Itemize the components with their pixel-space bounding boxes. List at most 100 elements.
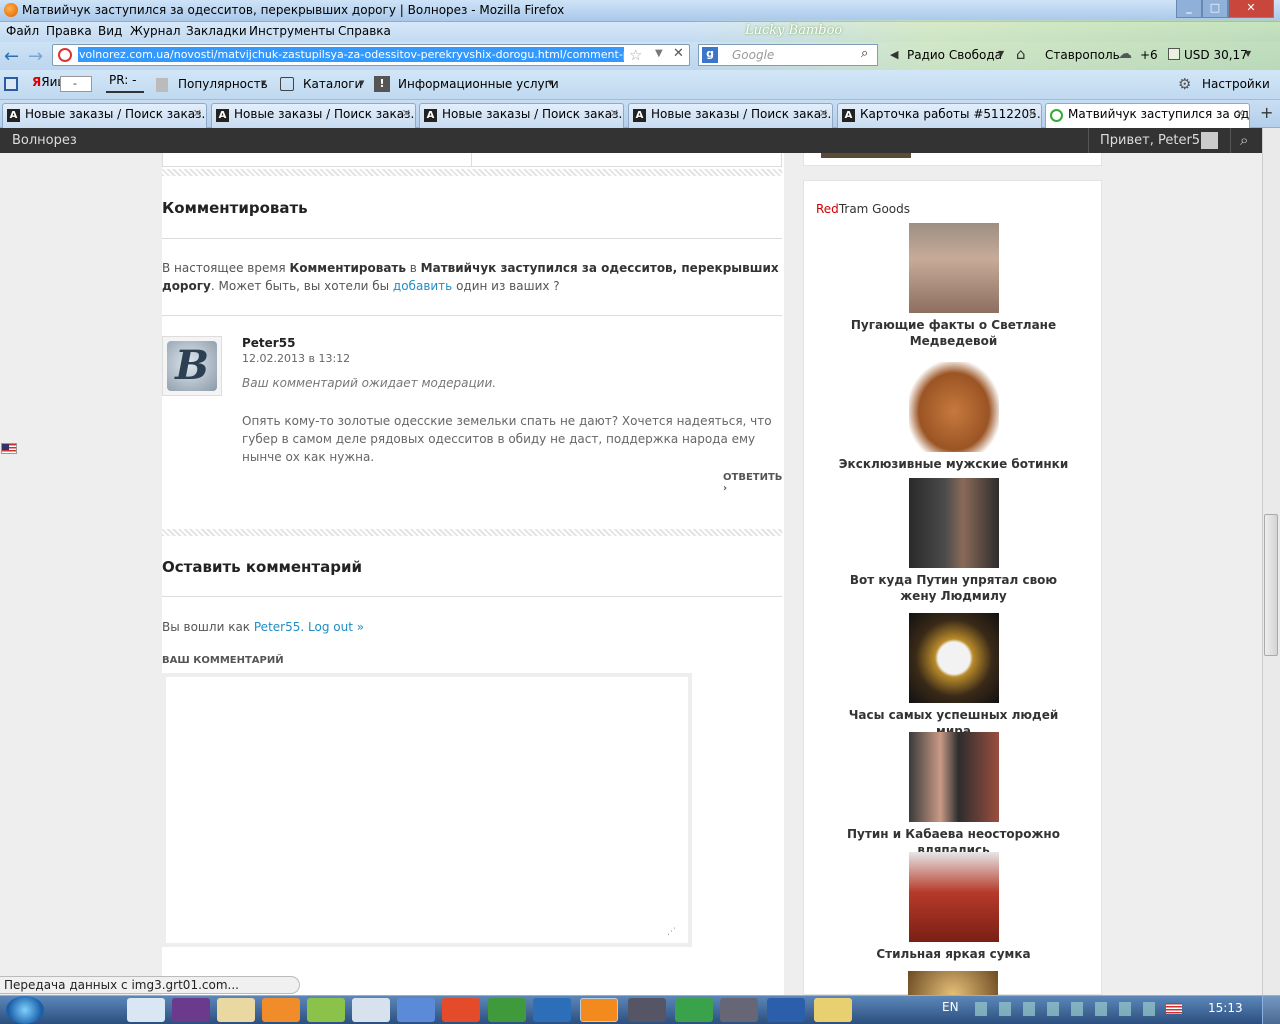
reply-link[interactable]: ОТВЕТИТЬ › bbox=[723, 472, 784, 494]
radio-station[interactable]: Радио Свобода bbox=[907, 48, 1002, 62]
ad-image[interactable] bbox=[908, 732, 999, 822]
menu-file[interactable]: Файл bbox=[6, 24, 39, 38]
comment-author[interactable]: Peter55 bbox=[242, 336, 295, 350]
ad-image[interactable] bbox=[908, 223, 999, 313]
menu-view[interactable]: Вид bbox=[98, 24, 122, 38]
taskbar-app-icon[interactable] bbox=[397, 998, 435, 1022]
tab-work-card[interactable]: A Карточка работы #5112205.4... ✕ bbox=[837, 103, 1042, 128]
site-name-link[interactable]: Волнорез bbox=[12, 133, 77, 148]
taskbar-app-icon[interactable] bbox=[675, 998, 713, 1022]
tab-close-icon[interactable]: ✕ bbox=[819, 107, 828, 120]
forward-arrow-icon[interactable]: → bbox=[28, 46, 43, 67]
ad-image[interactable] bbox=[908, 478, 999, 568]
ad-caption[interactable]: Эксклюзивные мужские ботинки bbox=[804, 456, 1103, 472]
menu-history[interactable]: Журнал bbox=[130, 24, 181, 38]
gear-icon[interactable]: ⚙ bbox=[1178, 75, 1191, 93]
user-greeting[interactable]: Привет, Peter55 bbox=[1100, 133, 1208, 148]
catalogs-dropdown-icon[interactable]: ▼ bbox=[359, 79, 364, 87]
radio-dropdown-icon[interactable]: ▼ bbox=[998, 49, 1004, 58]
tab-orders-3[interactable]: A Новые заказы / Поиск заказ... ✕ bbox=[419, 103, 624, 128]
tab-close-icon[interactable]: ✕ bbox=[193, 107, 202, 120]
search-icon[interactable]: ⌕ bbox=[1240, 131, 1248, 149]
taskbar-app-icon[interactable] bbox=[352, 998, 390, 1022]
ad-image[interactable] bbox=[908, 362, 999, 452]
flag-icon[interactable] bbox=[1166, 1003, 1182, 1014]
new-tab-icon[interactable]: + bbox=[1260, 103, 1273, 122]
taskbar-app-icon[interactable] bbox=[262, 998, 300, 1022]
add-link[interactable]: добавить bbox=[393, 279, 452, 293]
ad-item[interactable]: Эксклюзивные мужские ботинки bbox=[804, 362, 1103, 472]
flag-icon[interactable] bbox=[1, 443, 17, 454]
taskbar-app-icon[interactable] bbox=[307, 998, 345, 1022]
tab-current-article[interactable]: Матвийчук заступился за од... ✕ bbox=[1045, 103, 1250, 129]
toolbar-menu-icon[interactable] bbox=[4, 77, 18, 91]
taskbar-explorer[interactable] bbox=[814, 998, 852, 1022]
tab-close-icon[interactable]: ✕ bbox=[610, 107, 619, 120]
start-button[interactable] bbox=[6, 996, 44, 1024]
tab-orders-2[interactable]: A Новые заказы / Поиск заказ... ✕ bbox=[211, 103, 416, 128]
tab-close-icon[interactable]: ✕ bbox=[1236, 107, 1245, 120]
taskbar-app-icon[interactable] bbox=[628, 998, 666, 1022]
tab-close-icon[interactable]: ✕ bbox=[1028, 107, 1037, 120]
tab-orders-4[interactable]: A Новые заказы / Поиск заказ... ✕ bbox=[628, 103, 833, 128]
menu-tools[interactable]: Инструменты bbox=[249, 24, 335, 38]
taskbar-app-icon[interactable] bbox=[442, 998, 480, 1022]
logout-link[interactable]: Log out » bbox=[308, 620, 364, 634]
url-text[interactable]: volnorez.com.ua/novosti/matvijchuk-zastu… bbox=[78, 47, 624, 62]
tab-orders-1[interactable]: A Новые заказы / Поиск заказ... ✕ bbox=[2, 103, 207, 128]
dropdown-arrow-icon[interactable]: ▼ bbox=[655, 48, 663, 59]
home-icon[interactable]: ⌂ bbox=[1016, 45, 1026, 63]
stop-icon[interactable]: ✕ bbox=[673, 46, 684, 61]
info-services-menu[interactable]: Информационные услуги bbox=[398, 77, 559, 91]
menu-edit[interactable]: Правка bbox=[46, 24, 92, 38]
ad-item[interactable]: Пугающие факты о Светлане Медведевой bbox=[804, 223, 1103, 349]
menu-help[interactable]: Справка bbox=[338, 24, 391, 38]
taskbar-app-icon[interactable] bbox=[172, 998, 210, 1022]
ad-caption[interactable]: Стильная яркая сумка bbox=[804, 946, 1103, 962]
comment-textarea[interactable]: ⋰ bbox=[162, 673, 692, 947]
tab-close-icon[interactable]: ✕ bbox=[402, 107, 411, 120]
weather-city[interactable]: Ставрополь bbox=[1045, 48, 1120, 62]
back-arrow-icon[interactable]: ← bbox=[4, 46, 19, 67]
ad-caption[interactable]: Вот куда Путин упрятал свою жену Людмилу bbox=[804, 572, 1103, 604]
ad-image[interactable] bbox=[908, 852, 999, 942]
ad-item[interactable]: Вот куда Путин упрятал свою жену Людмилу bbox=[804, 478, 1103, 604]
show-desktop-button[interactable] bbox=[1262, 996, 1280, 1024]
scrollbar-thumb[interactable] bbox=[1264, 514, 1278, 656]
ad-image[interactable] bbox=[908, 971, 998, 996]
minimize-button[interactable]: _ bbox=[1176, 0, 1202, 18]
info-dropdown-icon[interactable]: ▼ bbox=[548, 79, 553, 87]
ad-caption[interactable]: Пугающие факты о Светлане Медведевой bbox=[804, 317, 1103, 349]
ad-item[interactable]: Часы самых успешных людей мира bbox=[804, 613, 1103, 739]
popularity-dropdown-icon[interactable]: ▼ bbox=[261, 79, 266, 87]
close-window-button[interactable]: ✕ bbox=[1228, 0, 1274, 18]
ad-item[interactable]: Путин и Кабаева неосторожно вляпались bbox=[804, 732, 1103, 858]
resize-handle-icon[interactable]: ⋰ bbox=[667, 927, 676, 937]
taskbar-word[interactable] bbox=[767, 998, 805, 1022]
bookmark-star-icon[interactable]: ☆ bbox=[629, 46, 642, 64]
taskbar-app-icon[interactable] bbox=[488, 998, 526, 1022]
search-input[interactable]: g Google ⌕ bbox=[698, 44, 878, 66]
taskbar-app-icon[interactable] bbox=[720, 998, 758, 1022]
catalogs-menu[interactable]: Каталоги bbox=[303, 77, 362, 91]
clock[interactable]: 15:13 bbox=[1208, 1001, 1243, 1015]
taskbar-app-icon[interactable] bbox=[127, 998, 165, 1022]
settings-menu[interactable]: Настройки bbox=[1202, 77, 1270, 91]
currency-dropdown-icon[interactable]: ▼ bbox=[1245, 49, 1251, 58]
maximize-button[interactable]: □ bbox=[1202, 0, 1228, 18]
taskbar-app-icon[interactable] bbox=[217, 998, 255, 1022]
currency-rate[interactable]: USD 30,17 bbox=[1184, 48, 1248, 62]
comment-date[interactable]: 12.02.2013 в 13:12 bbox=[242, 352, 350, 365]
ad-image[interactable] bbox=[908, 613, 999, 703]
popularity-menu[interactable]: Популярность bbox=[178, 77, 268, 91]
avatar[interactable] bbox=[1201, 132, 1218, 149]
taskbar-firefox[interactable] bbox=[580, 998, 618, 1022]
language-indicator[interactable]: EN bbox=[942, 1000, 959, 1014]
menu-bookmarks[interactable]: Закладки bbox=[186, 24, 247, 38]
ad-item[interactable]: Стильная яркая сумка bbox=[804, 852, 1103, 962]
taskbar-app-icon[interactable] bbox=[533, 998, 571, 1022]
profile-link[interactable]: Peter55 bbox=[254, 620, 300, 634]
widget-image[interactable] bbox=[821, 153, 911, 158]
search-icon[interactable]: ⌕ bbox=[861, 46, 868, 61]
tray-icons[interactable] bbox=[975, 1002, 1155, 1016]
